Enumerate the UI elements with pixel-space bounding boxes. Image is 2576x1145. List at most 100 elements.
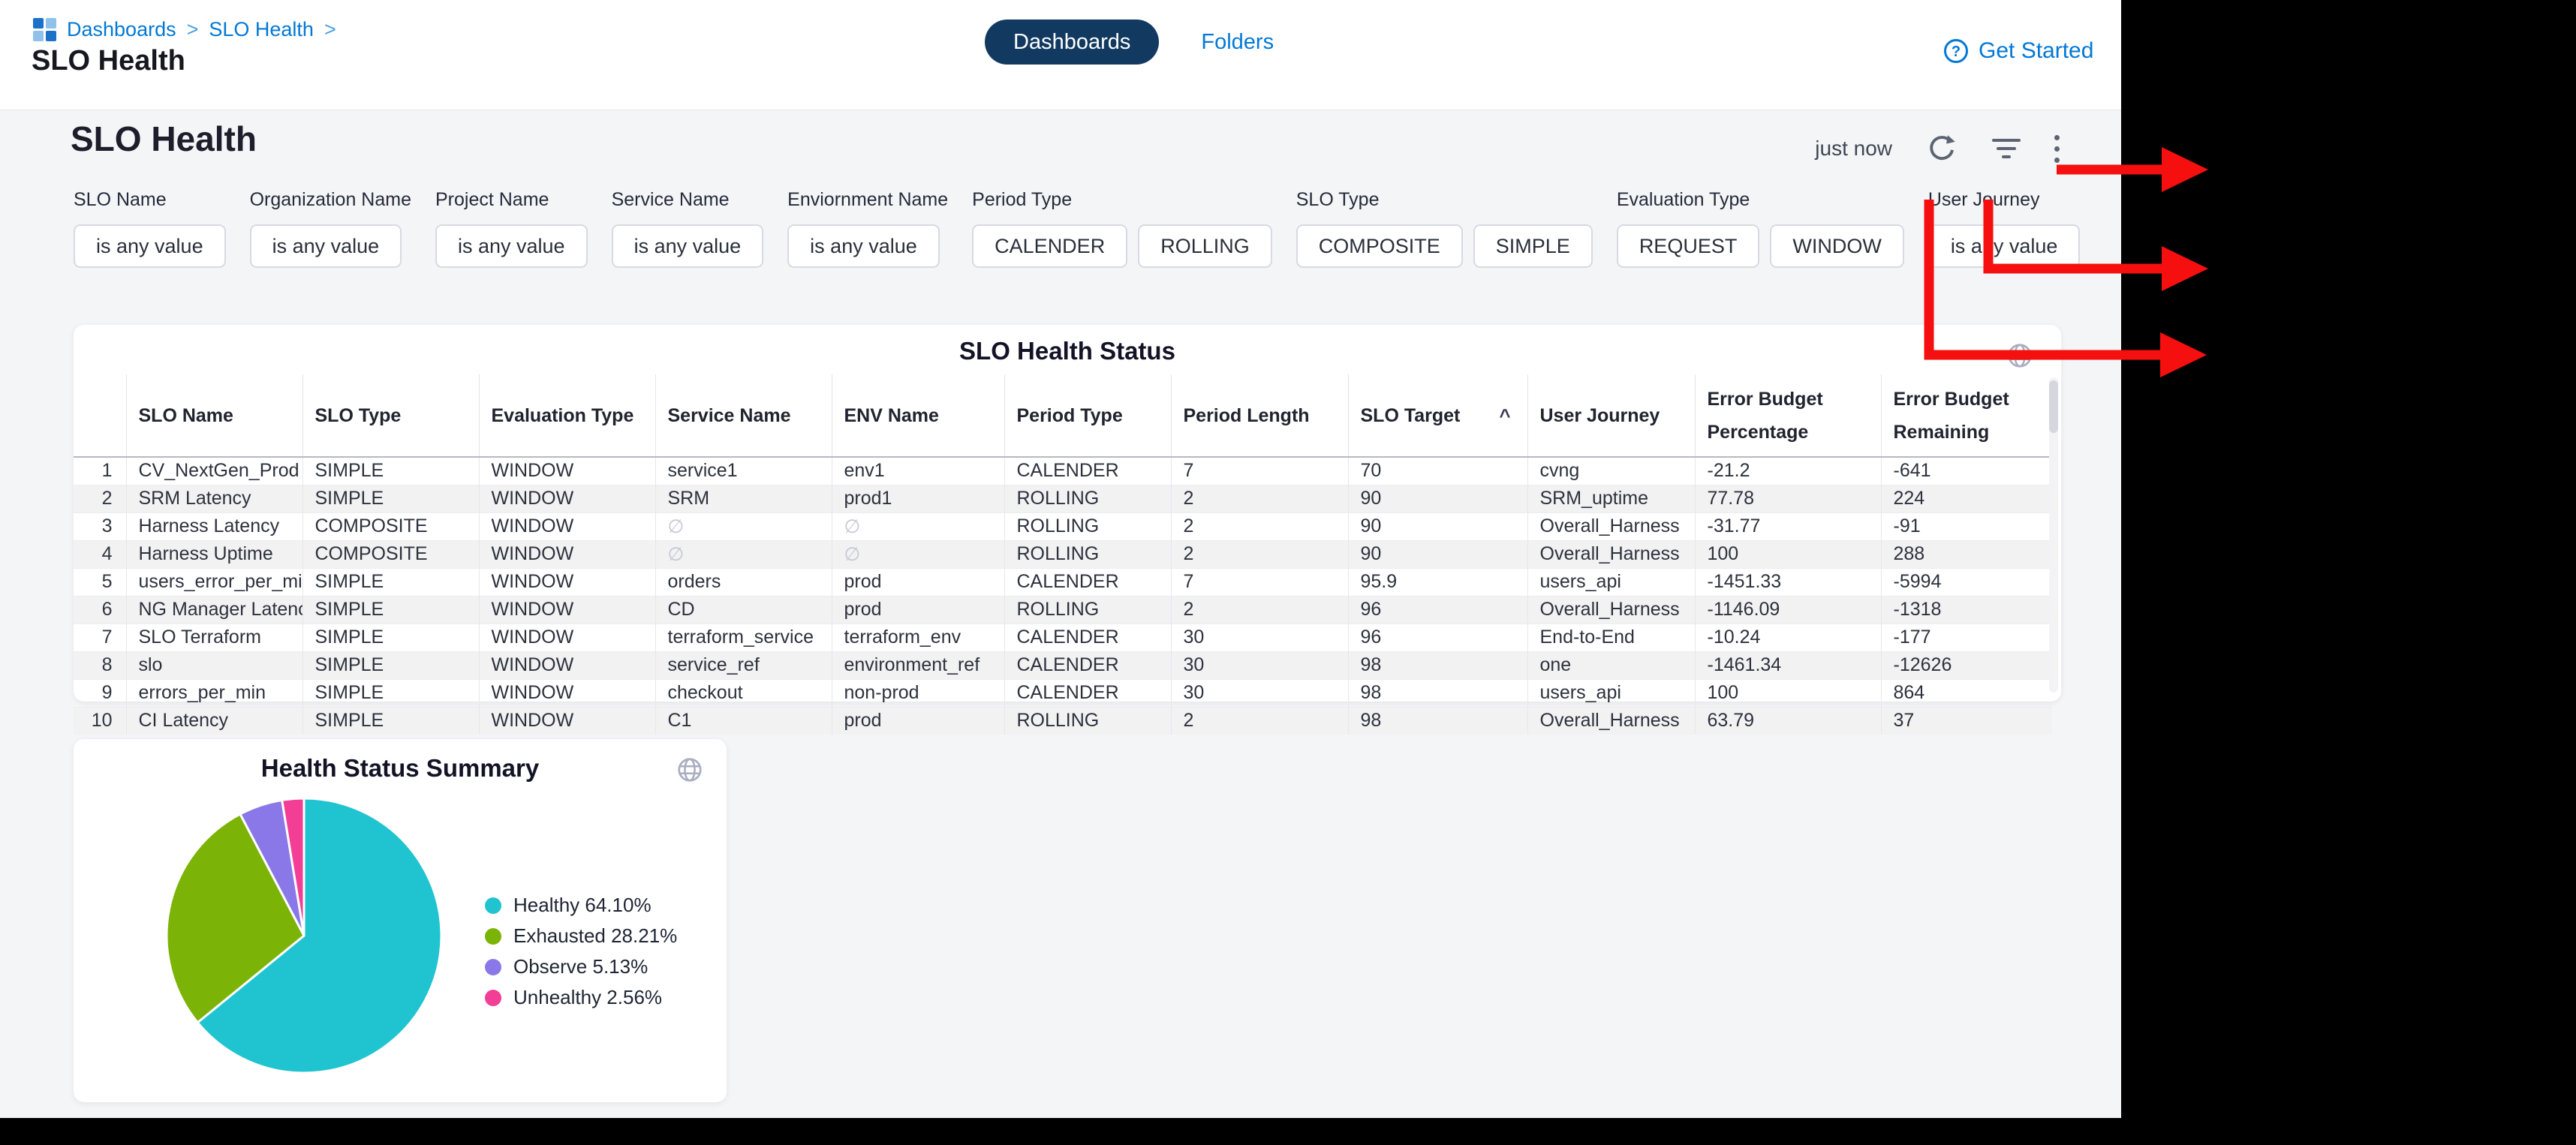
table-scrollbar[interactable] <box>2049 377 2058 693</box>
table-cell: 30 <box>1171 624 1348 651</box>
table-cell: 90 <box>1348 512 1527 540</box>
row-number: 8 <box>74 651 126 679</box>
column-header[interactable]: Service Name <box>655 374 832 457</box>
app-window: Dashboards > SLO Health > SLO Health Das… <box>0 0 2121 1118</box>
table-cell: WINDOW <box>479 707 655 735</box>
filter-label: Service Name <box>612 189 764 211</box>
get-started-link[interactable]: ? Get Started <box>1943 38 2093 65</box>
column-header[interactable]: Period Length <box>1171 374 1348 457</box>
table-cell: Overall_Harness <box>1527 512 1695 540</box>
table-cell: prod1 <box>832 485 1004 512</box>
legend-item[interactable]: Observe 5.13% <box>485 955 677 978</box>
filter-value-button[interactable]: ROLLING <box>1138 224 1272 268</box>
table-cell: ∅ <box>655 512 832 540</box>
table-cell: environment_ref <box>832 651 1004 679</box>
legend-item[interactable]: Exhausted 28.21% <box>485 924 677 948</box>
table-cell: 288 <box>1881 540 2052 568</box>
filter-label: Period Type <box>972 189 1272 211</box>
column-header[interactable]: ENV Name <box>832 374 1004 457</box>
table-cell: non-prod <box>832 679 1004 707</box>
table-cell: Harness Uptime <box>126 540 302 568</box>
row-number: 6 <box>74 596 126 624</box>
legend-item[interactable]: Unhealthy 2.56% <box>485 986 677 1009</box>
column-header[interactable]: SLO Type <box>302 374 479 457</box>
filter-value-button[interactable]: is any value <box>787 224 940 268</box>
table-cell: -10.24 <box>1695 624 1881 651</box>
table-row[interactable]: 8sloSIMPLEWINDOWservice_refenvironment_r… <box>74 651 2052 679</box>
table-cell: one <box>1527 651 1695 679</box>
table-cell: SIMPLE <box>302 624 479 651</box>
table-row[interactable]: 7SLO TerraformSIMPLEWINDOWterraform_serv… <box>74 624 2052 651</box>
table-cell: -12626 <box>1881 651 2052 679</box>
filter-label: SLO Name <box>74 189 226 211</box>
column-header[interactable]: SLO Name <box>126 374 302 457</box>
table-cell: 98 <box>1348 679 1527 707</box>
table-cell: 37 <box>1881 707 2052 735</box>
slo-table: SLO NameSLO TypeEvaluation TypeService N… <box>74 374 2052 735</box>
table-row[interactable]: 2SRM LatencySIMPLEWINDOWSRMprod1ROLLING2… <box>74 485 2052 512</box>
table-cell: 100 <box>1695 540 1881 568</box>
column-header[interactable]: SLO Target^ <box>1348 374 1527 457</box>
table-cell: prod <box>832 568 1004 596</box>
pie-legend: Healthy 64.10% Exhausted 28.21% Observe 5.… <box>485 894 677 1009</box>
table-cell: 100 <box>1695 679 1881 707</box>
filter-value-button[interactable]: COMPOSITE <box>1296 224 1463 268</box>
legend-label: Unhealthy 2.56% <box>513 986 662 1009</box>
filter-group: Organization Nameis any value <box>250 189 411 268</box>
table-row[interactable]: 9errors_per_minSIMPLEWINDOWcheckoutnon-p… <box>74 679 2052 707</box>
pie-title: Health Status Summary <box>74 754 727 783</box>
pie-chart[interactable] <box>164 796 444 1075</box>
filter-value-button[interactable]: is any value <box>250 224 402 268</box>
get-started-label: Get Started <box>1979 38 2093 64</box>
filter-value-button[interactable]: is any value <box>435 224 588 268</box>
table-row[interactable]: 3Harness LatencyCOMPOSITEWINDOW∅∅ROLLING… <box>74 512 2052 540</box>
table-cell: WINDOW <box>479 568 655 596</box>
tab-dashboards[interactable]: Dashboards <box>985 20 1159 65</box>
table-row[interactable]: 4Harness UptimeCOMPOSITEWINDOW∅∅ROLLING2… <box>74 540 2052 568</box>
filter-bar: SLO Nameis any valueOrganization Nameis … <box>74 189 2080 268</box>
breadcrumb-dashboards[interactable]: Dashboards <box>67 18 176 41</box>
filter-value-button[interactable]: CALENDER <box>972 224 1127 268</box>
table-cell: NG Manager Latency <box>126 596 302 624</box>
legend-label: Exhausted 28.21% <box>513 924 677 948</box>
table-cell: Harness Latency <box>126 512 302 540</box>
column-header[interactable]: Evaluation Type <box>479 374 655 457</box>
tab-folders[interactable]: Folders <box>1201 30 1274 55</box>
table-cell: WINDOW <box>479 679 655 707</box>
table-cell: SIMPLE <box>302 568 479 596</box>
table-cell: CALENDER <box>1004 651 1171 679</box>
table-cell: SLO Terraform <box>126 624 302 651</box>
globe-icon[interactable] <box>676 756 704 784</box>
table-row[interactable]: 1CV_NextGen_ProdSIMPLEWINDOWservice1env1… <box>74 457 2052 485</box>
table-cell: 90 <box>1348 540 1527 568</box>
table-cell: SIMPLE <box>302 679 479 707</box>
column-header[interactable]: User Journey <box>1527 374 1695 457</box>
filter-value-button[interactable]: is any value <box>74 224 226 268</box>
legend-item[interactable]: Healthy 64.10% <box>485 894 677 917</box>
breadcrumb-slo-health[interactable]: SLO Health <box>209 18 314 41</box>
table-cell: SIMPLE <box>302 596 479 624</box>
column-header[interactable]: Error Budget Percentage <box>1695 374 1881 457</box>
filter-value-button[interactable]: WINDOW <box>1770 224 1903 268</box>
table-row[interactable]: 6NG Manager LatencySIMPLEWINDOWCDprodROL… <box>74 596 2052 624</box>
row-number: 7 <box>74 624 126 651</box>
table-row[interactable]: 10CI LatencySIMPLEWINDOWC1prodROLLING298… <box>74 707 2052 735</box>
table-cell: 96 <box>1348 596 1527 624</box>
legend-dot-icon <box>485 897 501 914</box>
legend-dot-icon <box>485 990 501 1006</box>
table-header-row: SLO NameSLO TypeEvaluation TypeService N… <box>74 374 2052 457</box>
column-header[interactable]: Period Type <box>1004 374 1171 457</box>
dashboards-grid-icon <box>33 18 56 41</box>
table-cell: CALENDER <box>1004 679 1171 707</box>
row-number-header <box>74 374 126 457</box>
table-cell: 2 <box>1171 707 1348 735</box>
filter-value-button[interactable]: is any value <box>612 224 764 268</box>
table-cell: terraform_env <box>832 624 1004 651</box>
filter-group: Project Nameis any value <box>435 189 588 268</box>
filter-value-button[interactable]: REQUEST <box>1617 224 1760 268</box>
table-cell: 2 <box>1171 540 1348 568</box>
filter-value-button[interactable]: SIMPLE <box>1473 224 1593 268</box>
sort-asc-icon[interactable]: ^ <box>1499 399 1510 432</box>
table-row[interactable]: 5users_error_per_minSIMPLEWINDOWorderspr… <box>74 568 2052 596</box>
table-cell: ROLLING <box>1004 707 1171 735</box>
